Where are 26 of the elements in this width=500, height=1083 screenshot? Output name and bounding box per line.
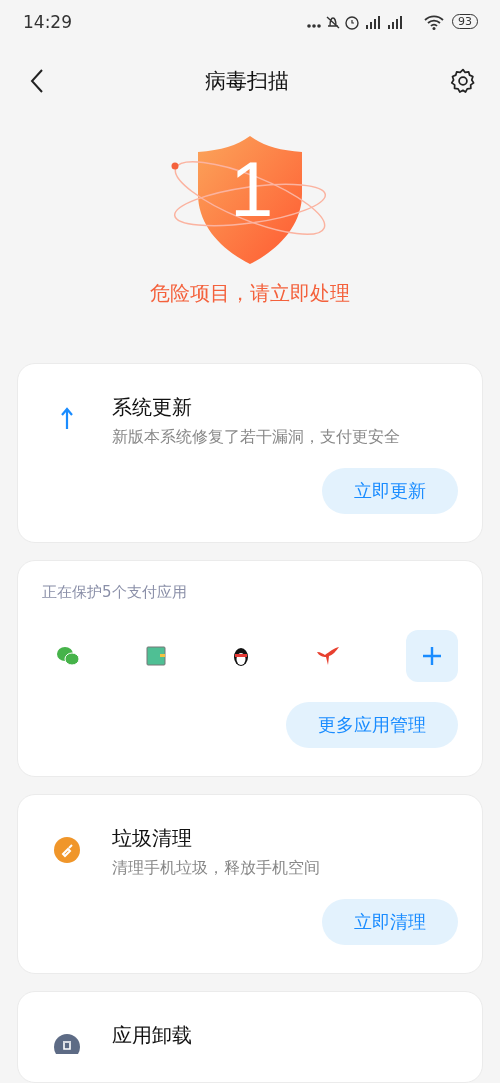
back-button[interactable] [30, 68, 44, 95]
chat-bubbles-icon [56, 646, 80, 666]
add-button[interactable] [406, 630, 458, 682]
card-title: 系统更新 [112, 394, 193, 421]
page-title: 病毒扫描 [205, 68, 289, 96]
arrow-up-icon [60, 406, 74, 430]
bird-icon [316, 646, 340, 666]
wifi-icon [424, 13, 444, 30]
protection-caption: 正在保护5个支付应用 [42, 583, 188, 602]
status-time: 14:29 [23, 11, 72, 32]
wallet-icon [146, 646, 166, 666]
card-title: 垃圾清理 [112, 825, 193, 852]
settings-button[interactable] [450, 68, 476, 95]
broom-icon [54, 837, 80, 863]
back-icon [30, 68, 44, 95]
card-title: 应用卸载 [112, 1022, 192, 1049]
manage-apps-button[interactable]: 更多应用管理 [286, 702, 458, 748]
card-subtitle: 新版本系统修复了若干漏洞，支付更安全 [112, 427, 400, 448]
action-button[interactable]: 立即更新 [322, 468, 458, 514]
card-subtitle: 清理手机垃圾，释放手机空间 [112, 858, 320, 879]
warning-message: 危险项目，请立即处理 [150, 280, 350, 307]
action-button[interactable]: 立即清理 [322, 899, 458, 945]
penguin-icon [232, 645, 250, 667]
risk-count: 1 [230, 147, 270, 233]
plus-icon [422, 646, 442, 666]
settings-icon [450, 68, 476, 95]
